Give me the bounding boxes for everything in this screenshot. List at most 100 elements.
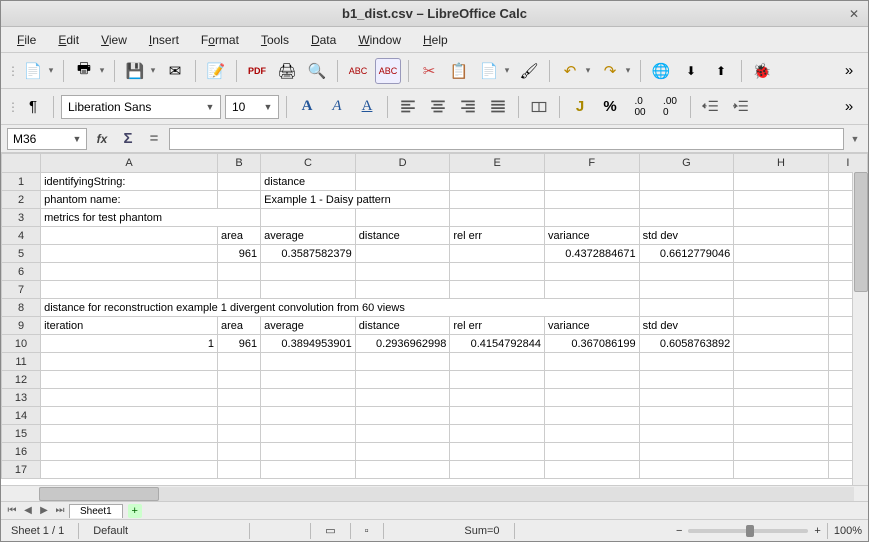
currency-button[interactable]: J xyxy=(567,94,593,120)
tab-last[interactable]: ⏭ xyxy=(53,505,67,516)
cell[interactable]: metrics for test phantom xyxy=(41,209,261,227)
column-header[interactable]: I xyxy=(828,154,867,173)
cell[interactable] xyxy=(734,407,829,425)
row-header[interactable]: 3 xyxy=(2,209,41,227)
print-direct-button[interactable]: 🖨 xyxy=(274,58,300,84)
cell[interactable] xyxy=(217,407,260,425)
cut-button[interactable]: ✂ xyxy=(416,58,442,84)
menu-data[interactable]: Data xyxy=(301,30,346,50)
cell[interactable] xyxy=(41,353,218,371)
menu-edit[interactable]: Edit xyxy=(48,30,89,50)
cell[interactable] xyxy=(450,245,545,263)
cell[interactable]: area xyxy=(217,227,260,245)
column-header[interactable]: E xyxy=(450,154,545,173)
hyperlink-button[interactable]: 🌐 xyxy=(648,58,674,84)
cell[interactable]: 0.2936962998 xyxy=(355,335,450,353)
formula-input[interactable] xyxy=(169,128,844,150)
font-size-select[interactable]: 10 ▼ xyxy=(225,95,279,119)
cell[interactable] xyxy=(544,191,639,209)
styles-button[interactable]: ¶ xyxy=(20,94,46,120)
merge-cells-button[interactable] xyxy=(526,94,552,120)
tab-next[interactable]: ▶ xyxy=(37,505,51,516)
cell[interactable] xyxy=(544,353,639,371)
toolbar-handle[interactable]: ⋮ xyxy=(7,59,16,83)
cell[interactable]: 961 xyxy=(217,245,260,263)
cell[interactable] xyxy=(41,263,218,281)
cell[interactable] xyxy=(355,173,450,191)
cell[interactable] xyxy=(639,443,734,461)
cell[interactable] xyxy=(450,443,545,461)
remove-decimal-button[interactable]: .000 xyxy=(657,94,683,120)
cell[interactable] xyxy=(639,461,734,479)
cell[interactable]: area xyxy=(217,317,260,335)
new-button[interactable]: 📄 xyxy=(20,58,46,84)
underline-button[interactable]: A xyxy=(354,94,380,120)
format-toolbar-more[interactable]: » xyxy=(836,94,862,120)
cell[interactable] xyxy=(544,209,639,227)
cell[interactable]: distance xyxy=(355,317,450,335)
close-window-button[interactable]: ✕ xyxy=(846,6,862,22)
menu-help[interactable]: Help xyxy=(413,30,458,50)
cell[interactable] xyxy=(450,209,545,227)
cell[interactable] xyxy=(544,443,639,461)
slider-knob[interactable] xyxy=(746,525,754,537)
cell[interactable]: 0.6612779046 xyxy=(639,245,734,263)
cell[interactable] xyxy=(41,371,218,389)
toolbar-handle-2[interactable]: ⋮ xyxy=(7,95,16,119)
cell[interactable] xyxy=(355,281,450,299)
row-header[interactable]: 4 xyxy=(2,227,41,245)
tab-prev[interactable]: ◀ xyxy=(21,505,35,516)
cell[interactable] xyxy=(734,425,829,443)
status-signature-icon[interactable]: ▭ xyxy=(321,524,339,537)
cell[interactable]: 0.6058763892 xyxy=(639,335,734,353)
cell[interactable] xyxy=(261,263,356,281)
cell[interactable] xyxy=(450,263,545,281)
cell[interactable] xyxy=(450,371,545,389)
cell[interactable] xyxy=(639,173,734,191)
align-left-button[interactable] xyxy=(395,94,421,120)
cell[interactable] xyxy=(639,389,734,407)
cell[interactable] xyxy=(639,371,734,389)
cell[interactable] xyxy=(355,443,450,461)
cell[interactable] xyxy=(41,245,218,263)
cell[interactable] xyxy=(355,209,450,227)
horizontal-scrollbar[interactable] xyxy=(1,485,868,501)
cell[interactable] xyxy=(639,209,734,227)
edit-mode-button[interactable]: 📝 xyxy=(203,58,229,84)
cell[interactable]: 0.3587582379 xyxy=(261,245,356,263)
cell[interactable] xyxy=(450,173,545,191)
cell[interactable] xyxy=(217,443,260,461)
save-button[interactable]: 💾 xyxy=(122,58,148,84)
cell[interactable] xyxy=(734,317,829,335)
copy-button[interactable]: 📋 xyxy=(446,58,472,84)
percent-button[interactable]: % xyxy=(597,94,623,120)
cell[interactable] xyxy=(450,389,545,407)
cell[interactable] xyxy=(450,407,545,425)
cell[interactable] xyxy=(261,209,356,227)
email-button[interactable]: ✉ xyxy=(162,58,188,84)
cell[interactable] xyxy=(261,281,356,299)
cell[interactable] xyxy=(639,191,734,209)
zoom-slider[interactable] xyxy=(688,529,808,533)
row-header[interactable]: 8 xyxy=(2,299,41,317)
cell[interactable]: distance xyxy=(261,173,356,191)
cell[interactable] xyxy=(261,371,356,389)
cell[interactable] xyxy=(734,299,829,317)
cell[interactable] xyxy=(639,407,734,425)
column-header[interactable]: C xyxy=(261,154,356,173)
row-header[interactable]: 5 xyxy=(2,245,41,263)
name-box[interactable]: M36 ▼ xyxy=(7,128,87,150)
cell[interactable] xyxy=(355,353,450,371)
cell[interactable] xyxy=(450,191,545,209)
cell[interactable] xyxy=(41,425,218,443)
cell[interactable] xyxy=(217,191,260,209)
cell[interactable] xyxy=(639,281,734,299)
clone-format-button[interactable]: 🖌 xyxy=(516,58,542,84)
redo-dropdown[interactable]: ▾ xyxy=(623,58,633,84)
row-header[interactable]: 6 xyxy=(2,263,41,281)
align-right-button[interactable] xyxy=(455,94,481,120)
cell[interactable] xyxy=(450,425,545,443)
select-all-corner[interactable] xyxy=(2,154,41,173)
cell[interactable] xyxy=(355,461,450,479)
status-sum[interactable]: Sum=0 xyxy=(394,525,504,537)
